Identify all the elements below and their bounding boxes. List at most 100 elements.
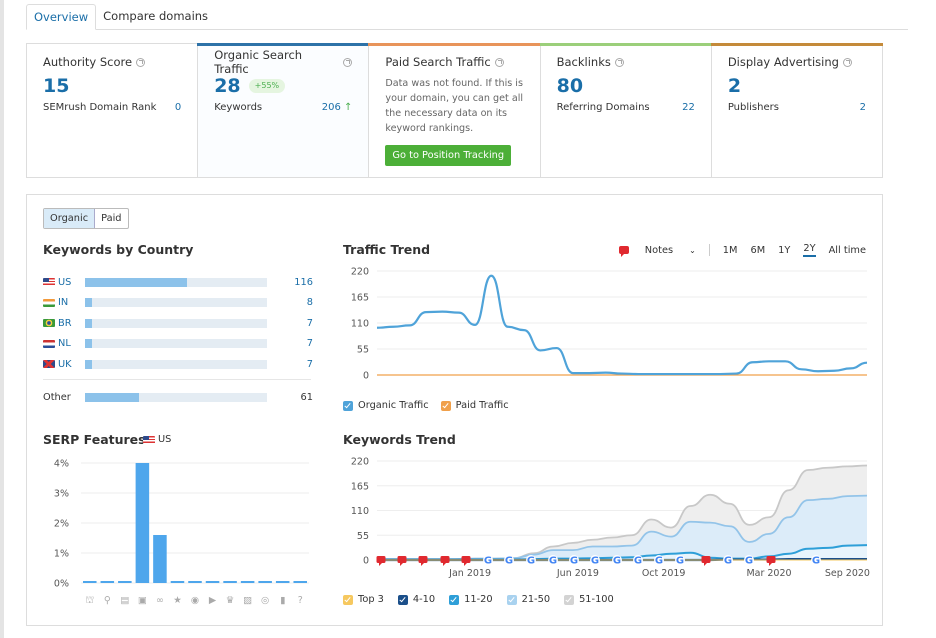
country-row-nl[interactable]: NL 7 [43, 337, 313, 351]
notes-dropdown[interactable]: Notes ⌄ [606, 245, 696, 257]
tab-compare-domains[interactable]: Compare domains [96, 4, 215, 30]
backlinks-value[interactable]: 80 [557, 75, 695, 97]
google-update-icon[interactable]: G [548, 555, 558, 567]
google-update-icon[interactable]: G [744, 555, 754, 567]
serp-bar-knowledge-panel[interactable] [275, 581, 290, 583]
info-icon[interactable] [842, 57, 852, 67]
note-marker-icon[interactable] [397, 556, 407, 566]
period-2y[interactable]: 2Y [803, 243, 816, 257]
x-tick-label: Mar 2020 [746, 568, 791, 579]
referring-domains-value[interactable]: 22 [682, 102, 695, 113]
google-update-icon[interactable]: G [811, 555, 821, 567]
country-bar-track [85, 298, 267, 307]
tab-overview[interactable]: Overview [26, 4, 97, 30]
image-pack-icon[interactable]: ▣ [138, 595, 147, 606]
country-bar-fill [85, 298, 93, 307]
legend-organic-traffic[interactable]: Organic Traffic [343, 400, 429, 411]
display-advertising-value[interactable]: 2 [728, 75, 866, 97]
country-bar-track [85, 392, 267, 402]
period-all-time[interactable]: All time [829, 245, 866, 256]
serp-bar-video-carousel[interactable] [258, 581, 272, 583]
legend-21-50[interactable]: 21-50 [506, 594, 550, 605]
period-1y[interactable]: 1Y [778, 245, 790, 256]
question-icon[interactable]: ? [298, 595, 303, 606]
country-row-uk[interactable]: UK 7 [43, 357, 313, 371]
serp-bar-people-also-ask[interactable] [293, 581, 307, 583]
google-update-icon[interactable]: G [723, 555, 733, 567]
authority-score-value: 15 [43, 75, 70, 97]
google-update-icon[interactable]: G [526, 555, 536, 567]
serp-bar-top-ads[interactable] [223, 581, 237, 583]
organic-traffic-value[interactable]: 28 [214, 75, 240, 97]
period-6m[interactable]: 6M [750, 245, 765, 256]
google-update-icon[interactable]: G [504, 555, 514, 567]
publishers-value[interactable]: 2 [860, 102, 866, 113]
serp-bar-local-pack[interactable] [100, 581, 115, 583]
crown-icon[interactable]: ♛ [226, 595, 235, 606]
serp-bar-image-pack[interactable] [135, 463, 150, 583]
info-icon[interactable] [614, 57, 624, 67]
map-pin-icon[interactable]: ⚲ [104, 595, 111, 606]
legend-11-20[interactable]: 11-20 [449, 594, 493, 605]
svg-text:G: G [655, 556, 663, 567]
in-flag-icon [43, 298, 55, 307]
serp-bar-reviews[interactable] [170, 581, 185, 583]
serp-bar-sitelinks[interactable] [153, 535, 167, 583]
serp-bar-featured-snippet[interactable] [83, 581, 97, 583]
note-marker-icon[interactable] [376, 556, 386, 566]
video-icon[interactable]: ▶ [209, 595, 217, 606]
organic-traffic-line[interactable] [376, 274, 868, 376]
toggle-organic[interactable]: Organic [44, 209, 96, 228]
legend-4-10[interactable]: 4-10 [397, 594, 435, 605]
serp-bar-top-stories[interactable] [118, 581, 132, 583]
card-display-advertising: Display Advertising 2 Publishers 2 [710, 43, 884, 177]
go-to-position-tracking-button[interactable]: Go to Position Tracking [385, 145, 512, 166]
google-update-icon[interactable]: G [633, 555, 643, 567]
serp-bar-featured-video[interactable] [205, 581, 220, 583]
legend-51-100[interactable]: 51-100 [564, 594, 614, 605]
note-marker-icon[interactable] [701, 556, 711, 566]
video-play-icon[interactable]: ◉ [191, 595, 199, 606]
article-icon[interactable]: ▤ [120, 595, 129, 606]
serp-bar-video[interactable] [188, 581, 202, 583]
google-update-icon[interactable]: G [483, 555, 493, 567]
info-icon[interactable] [343, 57, 353, 67]
star-icon[interactable]: ★ [173, 595, 182, 606]
country-row-in[interactable]: IN 8 [43, 296, 313, 310]
graduation-cap-icon[interactable]: ⛫ [85, 595, 94, 606]
country-row-us[interactable]: US 116 [43, 275, 313, 289]
note-marker-icon[interactable] [461, 556, 471, 566]
google-update-icon[interactable]: G [590, 555, 600, 567]
note-marker-icon[interactable] [766, 556, 776, 566]
legend-top-3[interactable]: Top 3 [343, 594, 384, 605]
google-update-icon[interactable]: G [612, 555, 622, 567]
note-marker-icon[interactable] [440, 556, 450, 566]
svg-text:G: G [724, 556, 732, 567]
keywords-value[interactable]: 206 [322, 102, 341, 113]
period-1m[interactable]: 1M [723, 245, 738, 256]
country-row-br[interactable]: BR 7 [43, 316, 313, 330]
play-circle-icon[interactable]: ◎ [261, 595, 269, 606]
domain-rank-value[interactable]: 0 [175, 102, 181, 113]
x-tick-label: Sep 2020 [825, 568, 870, 579]
google-update-icon[interactable]: G [654, 555, 664, 567]
y-tick-label: 220 [351, 267, 369, 278]
svg-text:G: G [591, 556, 599, 567]
note-marker-icon[interactable] [418, 556, 428, 566]
image-icon[interactable]: ▨ [243, 595, 252, 606]
serp-country[interactable]: US [143, 434, 171, 445]
summary-cards: Authority Score 15 SEMrush Domain Rank 0 … [26, 43, 884, 178]
info-icon[interactable] [136, 57, 146, 67]
link-icon[interactable]: ∞ [156, 595, 164, 606]
traffic-trend-title: Traffic Trend [343, 242, 431, 257]
serp-bar-images[interactable] [240, 581, 255, 583]
google-update-icon[interactable]: G [569, 555, 579, 567]
knowledge-icon[interactable]: ▮ [280, 595, 285, 606]
country-row-other[interactable]: Other 61 [43, 390, 313, 404]
info-icon[interactable] [494, 57, 504, 67]
x-tick-label: Jun 2019 [556, 568, 599, 579]
legend-paid-traffic[interactable]: Paid Traffic [440, 400, 509, 411]
toggle-paid[interactable]: Paid [95, 209, 127, 228]
country-code: NL [58, 338, 71, 349]
google-update-icon[interactable]: G [675, 555, 685, 567]
